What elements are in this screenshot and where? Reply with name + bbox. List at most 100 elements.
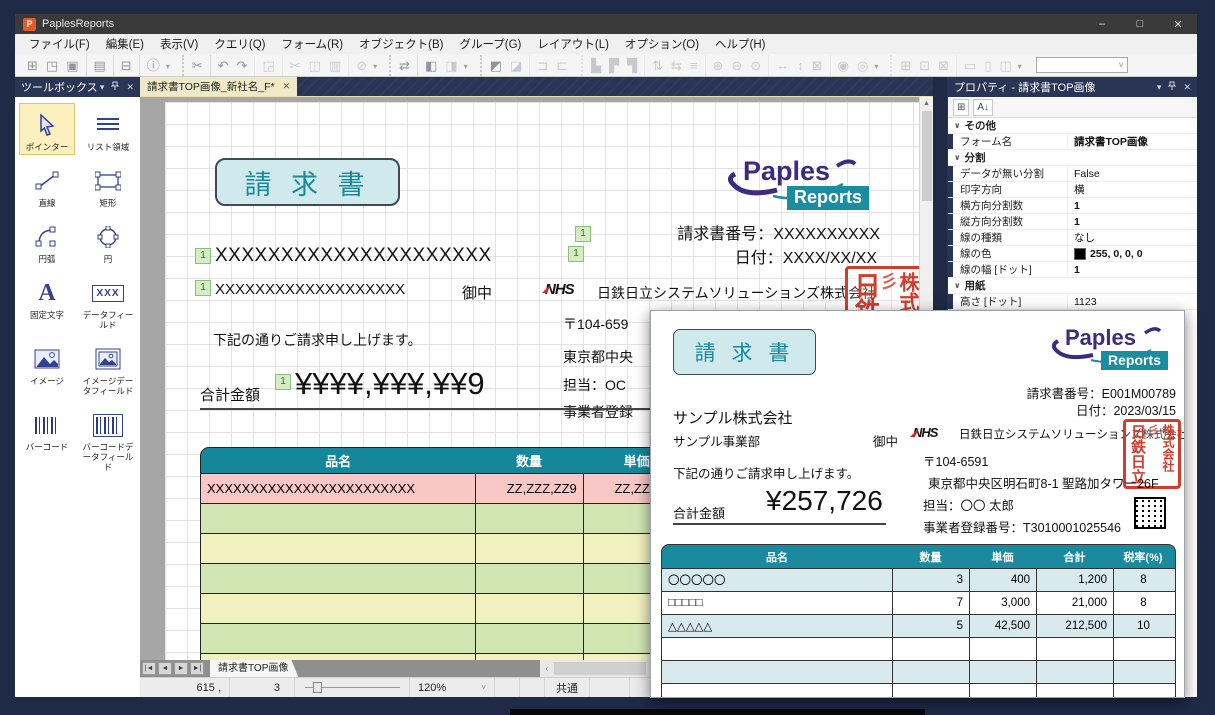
distribute-h-icon[interactable]: ⇆ bbox=[667, 55, 686, 76]
bring-front-icon[interactable]: ⊐ bbox=[529, 55, 552, 76]
overflow-chevron[interactable]: ▾ bbox=[164, 58, 172, 76]
minimize-button[interactable]: – bbox=[1083, 18, 1121, 31]
same-size-icon[interactable]: ⊠ bbox=[808, 55, 827, 76]
copy-icon[interactable]: ◫ bbox=[305, 55, 325, 76]
maximize-button[interactable]: □ bbox=[1121, 18, 1159, 31]
paste-icon[interactable]: ▥ bbox=[325, 55, 345, 76]
redo-icon[interactable]: ↷ bbox=[233, 55, 252, 76]
next-sheet-button[interactable]: ► bbox=[174, 662, 188, 675]
property-row[interactable]: 縦方向分割数1 bbox=[948, 214, 1197, 230]
property-row[interactable]: 印字方向横 bbox=[948, 182, 1197, 198]
toolbar-combobox[interactable]: ˅ bbox=[1036, 57, 1128, 73]
tool-pointer[interactable]: ポインター bbox=[19, 103, 75, 155]
property-row[interactable]: 線の幅 [ドット]1 bbox=[948, 262, 1197, 278]
zoom-slider[interactable] bbox=[295, 678, 410, 697]
menu-layout[interactable]: レイアウト(L) bbox=[529, 34, 617, 54]
overflow-chevron[interactable]: ▾ bbox=[1016, 58, 1024, 76]
document-tab[interactable]: 請求書TOP画像_新社名_F* ✕ bbox=[140, 77, 297, 96]
property-category[interactable]: ∨分割 bbox=[948, 150, 1197, 166]
tool-barcode[interactable]: バーコード bbox=[19, 403, 75, 475]
tool-list-area[interactable]: リスト領域 bbox=[80, 103, 136, 155]
tool-image-data-field[interactable]: イメージデータフィールド bbox=[80, 337, 136, 399]
close-icon[interactable]: ✕ bbox=[126, 82, 134, 93]
property-category[interactable]: ∨その他 bbox=[948, 118, 1197, 134]
menu-object[interactable]: オブジェクト(B) bbox=[351, 34, 451, 54]
align-left-icon[interactable]: ▙ bbox=[581, 55, 605, 76]
edit-list-icon[interactable]: ◧ bbox=[417, 55, 441, 76]
menu-help[interactable]: ヘルプ(H) bbox=[707, 34, 773, 54]
menu-file[interactable]: ファイル(F) bbox=[21, 34, 98, 54]
revert-icon[interactable]: ◲ bbox=[254, 55, 278, 76]
pin-icon[interactable] bbox=[111, 81, 119, 93]
invoice-number-field[interactable]: 請求書番号：XXXXXXXXXX bbox=[677, 220, 880, 244]
fit-grid-icon[interactable]: ◉ bbox=[830, 55, 853, 76]
scroll-left-icon[interactable]: ‹ bbox=[540, 664, 554, 673]
fit-height-icon[interactable]: ▯ bbox=[980, 55, 995, 76]
same-height-icon[interactable]: ↕ bbox=[793, 55, 808, 76]
invoice-date-field[interactable]: 日付：XXXX/XX/XX bbox=[735, 244, 877, 268]
overflow-chevron[interactable]: ▾ bbox=[872, 58, 880, 76]
info-icon[interactable]: ⓘ bbox=[139, 55, 164, 76]
chevron-down-icon[interactable]: ▾ bbox=[1157, 82, 1162, 93]
center-both-icon[interactable]: ⊙ bbox=[746, 55, 765, 76]
scroll-up-icon[interactable]: ▲ bbox=[920, 97, 933, 111]
close-button[interactable]: ✕ bbox=[1159, 18, 1197, 31]
center-v-icon[interactable]: ⊖ bbox=[727, 55, 746, 76]
fit-width-icon[interactable]: ▭ bbox=[956, 55, 980, 76]
menu-group[interactable]: グループ(G) bbox=[451, 34, 529, 54]
pin-icon[interactable] bbox=[1168, 81, 1176, 93]
align-right-icon[interactable]: ▜ bbox=[623, 55, 641, 76]
fit-both-icon[interactable]: ◫ bbox=[996, 55, 1016, 76]
first-sheet-button[interactable]: |◄ bbox=[142, 662, 156, 675]
customer-dept-field[interactable]: XXXXXXXXXXXXXXXXXXX bbox=[215, 281, 405, 298]
property-row[interactable]: 横方向分割数1 bbox=[948, 198, 1197, 214]
invoice-title-box[interactable]: 請 求 書 bbox=[215, 158, 400, 206]
center-h-icon[interactable]: ⊕ bbox=[705, 55, 728, 76]
size-height-icon[interactable]: ⊡ bbox=[915, 55, 934, 76]
align-center-icon[interactable]: ▛ bbox=[605, 55, 623, 76]
form-split-icon[interactable]: ✂ bbox=[182, 55, 207, 76]
tool-line[interactable]: 直線 bbox=[19, 159, 75, 211]
cut-icon[interactable]: ✂ bbox=[282, 55, 305, 76]
sheet-tab[interactable]: 請求書TOP画像 bbox=[210, 660, 298, 677]
menu-edit[interactable]: 編集(E) bbox=[98, 34, 152, 54]
property-row[interactable]: 線の種類なし bbox=[948, 230, 1197, 246]
scrollbar-thumb[interactable] bbox=[922, 111, 932, 201]
property-row[interactable]: 線の色255, 0, 0, 0 bbox=[948, 246, 1197, 262]
tool-circle[interactable]: 円 bbox=[80, 215, 136, 267]
size-both-icon[interactable]: ⊠ bbox=[934, 55, 953, 76]
delete-list-icon[interactable]: ◨ bbox=[441, 55, 461, 76]
open-form-icon[interactable]: ◳ bbox=[42, 55, 62, 76]
menu-view[interactable]: 表示(V) bbox=[152, 34, 206, 54]
menu-form[interactable]: フォーム(R) bbox=[273, 34, 351, 54]
overflow-chevron[interactable]: ▾ bbox=[371, 58, 379, 76]
property-row[interactable]: フォーム名請求書TOP画像 bbox=[948, 134, 1197, 150]
same-width-icon[interactable]: ↔ bbox=[768, 55, 793, 76]
snap-grid-icon[interactable]: ◎ bbox=[853, 55, 872, 76]
sort-az-icon[interactable]: A↓ bbox=[973, 99, 993, 116]
tab-close-icon[interactable]: ✕ bbox=[283, 81, 291, 92]
save-icon[interactable]: ▣ bbox=[62, 55, 82, 76]
ungroup-icon[interactable]: ◪ bbox=[506, 55, 526, 76]
data-query-icon[interactable]: ▤ bbox=[86, 55, 110, 76]
undo-icon[interactable]: ↶ bbox=[210, 55, 233, 76]
scrollbar-thumb[interactable] bbox=[554, 662, 646, 675]
overflow-chevron[interactable]: ▾ bbox=[462, 58, 470, 76]
tool-image[interactable]: イメージ bbox=[19, 337, 75, 399]
tool-rectangle[interactable]: 矩形 bbox=[80, 159, 136, 211]
new-form-icon[interactable]: ⊞ bbox=[23, 55, 42, 76]
customer-name-field[interactable]: XXXXXXXXXXXXXXXXXXXXX bbox=[215, 245, 492, 267]
tool-fixed-text[interactable]: A 固定文字 bbox=[19, 271, 75, 333]
prev-sheet-button[interactable]: ◄ bbox=[158, 662, 172, 675]
size-width-icon[interactable]: ⊞ bbox=[890, 55, 915, 76]
last-sheet-button[interactable]: ►| bbox=[190, 662, 204, 675]
total-amount-field[interactable]: ¥¥¥¥,¥¥¥,¥¥9 bbox=[295, 366, 485, 402]
property-row[interactable]: データが無い分割False bbox=[948, 166, 1197, 182]
group-icon[interactable]: ◩ bbox=[480, 55, 506, 76]
distribute-equal-icon[interactable]: ≡ bbox=[686, 55, 702, 76]
chevron-down-icon[interactable]: ▾ bbox=[100, 82, 105, 93]
distribute-v-icon[interactable]: ⇅ bbox=[644, 55, 667, 76]
tool-barcode-data-field[interactable]: バーコードデータフィールド bbox=[80, 403, 136, 475]
replace-field-icon[interactable]: ⇄ bbox=[389, 55, 414, 76]
property-category[interactable]: ∨用紙 bbox=[948, 278, 1197, 294]
